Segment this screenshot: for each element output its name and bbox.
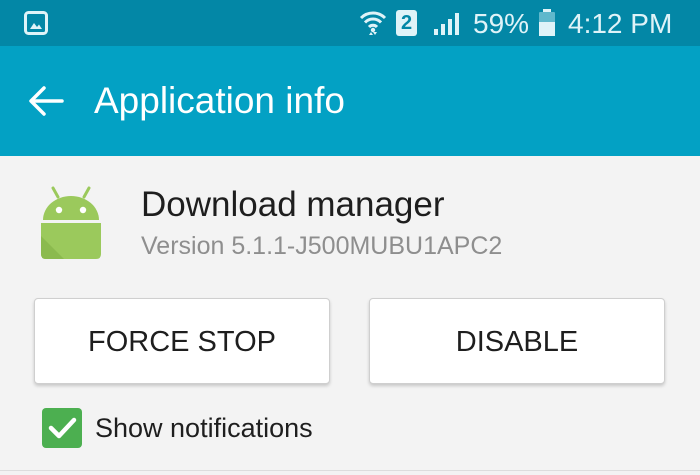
- battery-percent: 59%: [473, 8, 530, 39]
- app-name: Download manager: [141, 185, 445, 224]
- app-version: Version 5.1.1-J500MUBU1APC2: [141, 232, 503, 260]
- sim-2-icon: 2: [396, 10, 417, 36]
- battery-icon: [538, 9, 556, 37]
- disable-button[interactable]: DISABLE: [369, 298, 665, 384]
- checkmark-icon: [42, 408, 82, 448]
- show-notifications-row[interactable]: Show notifications: [0, 396, 700, 460]
- page-title: Application info: [94, 80, 345, 121]
- wifi-icon: [359, 8, 387, 38]
- gallery-notification-icon: [24, 11, 48, 35]
- application-info-screen: 2 59% 4:12 PM Application info Download …: [0, 0, 700, 475]
- show-notifications-checkbox[interactable]: [42, 408, 82, 448]
- force-stop-button[interactable]: FORCE STOP: [34, 298, 330, 384]
- show-notifications-label: Show notifications: [95, 413, 313, 443]
- android-icon: [36, 184, 106, 260]
- arrow-back-icon: [22, 79, 70, 123]
- back-button[interactable]: [22, 79, 70, 123]
- app-header: Download manager Version 5.1.1-J500MUBU1…: [0, 156, 700, 276]
- clock: 4:12 PM: [568, 8, 673, 39]
- status-bar: 2 59% 4:12 PM: [0, 0, 700, 46]
- divider: [0, 470, 700, 471]
- app-bar: Application info: [0, 46, 700, 156]
- signal-icon: [433, 12, 461, 36]
